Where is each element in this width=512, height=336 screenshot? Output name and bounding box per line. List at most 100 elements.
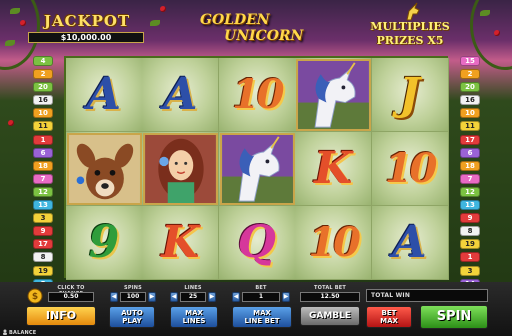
reel-cell: Q — [218, 206, 296, 280]
berry-decoration — [160, 6, 166, 12]
payline-marker-left[interactable]: 12 — [33, 186, 53, 197]
symbol-k: K — [314, 143, 353, 194]
payline-markers-left: 422016101116187121339178195 — [33, 56, 53, 292]
payline-marker-left[interactable]: 10 — [33, 108, 53, 119]
spins-value: 100 — [120, 292, 146, 302]
reel-cell: A — [66, 58, 143, 132]
reel-cell: J — [371, 58, 449, 132]
reel-cell: A — [142, 58, 220, 132]
symbol-10: 10 — [384, 145, 438, 192]
reel-cell: K — [295, 132, 373, 206]
auto-play-button[interactable]: AUTO PLAY — [109, 306, 155, 328]
payline-marker-right[interactable]: 6 — [460, 147, 480, 158]
lines-increase-button[interactable]: ▶ — [208, 292, 216, 302]
payline-marker-right[interactable]: 15 — [460, 56, 480, 66]
reel-cell: 9 — [66, 206, 143, 280]
reel-grid: A 9 A K 10 Q K 10 J 10 A — [64, 56, 449, 280]
coin-icon[interactable]: $ — [27, 288, 43, 304]
payline-marker-right[interactable]: 12 — [460, 186, 480, 197]
spins-increase-button[interactable]: ▶ — [148, 292, 156, 302]
reel-cell: 10 — [218, 58, 296, 132]
spins-label: SPINS — [124, 285, 142, 291]
reel-cell: 10 — [295, 206, 373, 280]
payline-marker-left[interactable]: 3 — [33, 213, 53, 224]
bet-max-button[interactable]: BET MAX — [366, 306, 412, 328]
lines-decrease-button[interactable]: ◀ — [170, 292, 178, 302]
payline-marker-left[interactable]: 7 — [33, 173, 53, 184]
info-button[interactable]: INFO — [26, 306, 96, 326]
leaf-decoration — [10, 8, 20, 14]
payline-marker-left[interactable]: 4 — [33, 56, 53, 66]
lines-label: LINES — [184, 285, 202, 291]
payline-marker-left[interactable]: 6 — [33, 147, 53, 158]
symbol-10: 10 — [308, 219, 361, 266]
jackpot-value: $10,000.00 — [28, 32, 144, 43]
leaf-decoration — [480, 10, 490, 16]
logo-line-2: UNICORN — [224, 28, 304, 44]
unicorn-icon — [219, 133, 295, 205]
payline-marker-right[interactable]: 9 — [460, 213, 480, 224]
slot-game: JACKPOT $10,000.00 GOLDEN UNICORN MULTIP… — [0, 0, 512, 336]
payline-marker-right[interactable]: 7 — [460, 173, 480, 184]
payline-marker-left[interactable]: 13 — [33, 200, 53, 211]
auto-play-line-2: PLAY — [122, 317, 142, 325]
payline-marker-right[interactable]: 13 — [460, 200, 480, 211]
promo-line-2: PRIZES X5 — [376, 34, 444, 47]
coin-value: 0.50 — [48, 292, 94, 302]
symbol-k: K — [161, 217, 200, 268]
bet-max-line-1: BET — [381, 309, 397, 317]
bet-increase-button[interactable]: ▶ — [282, 292, 290, 302]
balance-label: BALANCE — [9, 330, 37, 336]
payline-marker-right[interactable]: 19 — [460, 239, 480, 250]
bet-max-line-2: MAX — [380, 317, 398, 325]
payline-marker-left[interactable]: 19 — [33, 265, 53, 276]
spin-button[interactable]: SPIN — [420, 305, 488, 329]
payline-marker-right[interactable]: 20 — [460, 82, 480, 93]
payline-marker-left[interactable]: 16 — [33, 95, 53, 106]
total-bet-label: TOTAL BET — [314, 285, 346, 291]
reel-cell — [142, 132, 220, 206]
payline-marker-left[interactable]: 8 — [33, 252, 53, 263]
max-lines-line-2: LINES — [182, 317, 206, 325]
payline-marker-right[interactable]: 11 — [460, 121, 480, 132]
payline-marker-right[interactable]: 17 — [460, 134, 480, 145]
payline-marker-left[interactable]: 9 — [33, 226, 53, 237]
game-logo: GOLDEN UNICORN — [194, 8, 314, 48]
payline-marker-right[interactable]: 16 — [460, 95, 480, 106]
payline-marker-right[interactable]: 3 — [460, 265, 480, 276]
total-bet-value: 12.50 — [300, 292, 360, 302]
symbol-q: Q — [237, 217, 276, 268]
total-win-display: TOTAL WIN — [366, 289, 488, 302]
gamble-button[interactable]: GAMBLE — [300, 306, 360, 326]
reel-cell: A — [371, 206, 449, 280]
payline-markers-right: 15220161011176187121398191314 — [460, 56, 480, 292]
payline-marker-left[interactable]: 18 — [33, 160, 53, 171]
payline-marker-right[interactable]: 18 — [460, 160, 480, 171]
control-bar: $ CLICK TO CHANGE 0.50 ◀ SPINS 100 ▶ ◀ L… — [0, 282, 512, 336]
leaf-decoration — [150, 20, 160, 26]
max-line-bet-line-2: LINE BET — [244, 317, 280, 325]
symbol-a: A — [86, 69, 122, 120]
payline-marker-right[interactable]: 1 — [460, 252, 480, 263]
payline-marker-right[interactable]: 2 — [460, 69, 480, 80]
symbol-10: 10 — [231, 71, 285, 118]
max-line-bet-button[interactable]: MAX LINE BET — [232, 306, 292, 328]
svg-text:$: $ — [32, 292, 38, 302]
leaf-decoration — [5, 40, 15, 46]
max-lines-line-1: MAX — [185, 309, 203, 317]
promo-line-1: MULTIPLIES — [370, 20, 450, 33]
bet-decrease-button[interactable]: ◀ — [232, 292, 240, 302]
symbol-9: 9 — [88, 217, 120, 268]
auto-play-line-1: AUTO — [121, 309, 143, 317]
payline-marker-left[interactable]: 1 — [33, 134, 53, 145]
unicorn-icon — [406, 2, 420, 21]
max-lines-button[interactable]: MAX LINES — [170, 306, 218, 328]
payline-marker-left[interactable]: 2 — [33, 69, 53, 80]
payline-marker-right[interactable]: 8 — [460, 226, 480, 237]
payline-marker-right[interactable]: 10 — [460, 108, 480, 119]
payline-marker-left[interactable]: 11 — [33, 121, 53, 132]
payline-marker-left[interactable]: 20 — [33, 82, 53, 93]
payline-marker-left[interactable]: 17 — [33, 239, 53, 250]
spins-decrease-button[interactable]: ◀ — [110, 292, 118, 302]
person-icon — [3, 329, 7, 335]
